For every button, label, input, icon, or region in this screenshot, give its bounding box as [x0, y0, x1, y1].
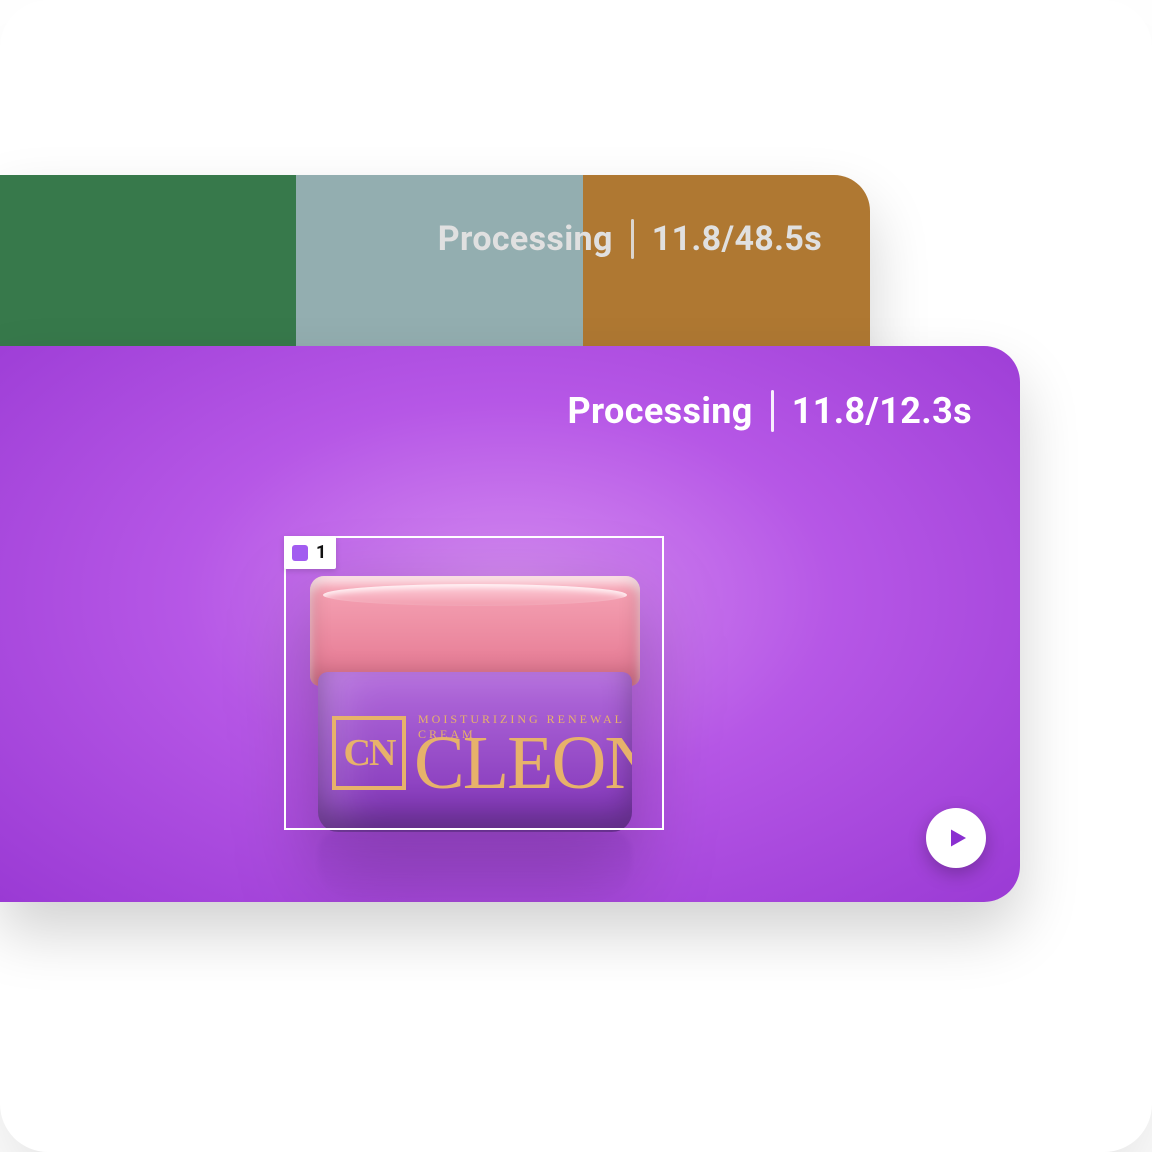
- status-label: Processing: [567, 390, 752, 432]
- status-label: Processing: [438, 219, 613, 259]
- processing-card-front: Processing 11.8/12.3s CN MOISTURIZING RE…: [0, 346, 1020, 902]
- status-time: 11.8/12.3s: [792, 390, 972, 432]
- detection-swatch: [292, 545, 308, 561]
- play-button[interactable]: [926, 808, 986, 868]
- detection-tag: 1: [284, 536, 336, 569]
- processing-status-front: Processing 11.8/12.3s: [567, 390, 972, 432]
- status-separator: [631, 219, 634, 258]
- status-separator: [771, 390, 774, 431]
- play-icon: [946, 826, 970, 850]
- processing-status-back: Processing 11.8/48.5s: [438, 219, 822, 259]
- status-time: 11.8/48.5s: [652, 219, 822, 259]
- detection-id: 1: [316, 542, 326, 563]
- stage: Chips Punch! Processing 11.8/48.5s Proce…: [0, 0, 1152, 1152]
- detection-box: 1: [284, 536, 664, 830]
